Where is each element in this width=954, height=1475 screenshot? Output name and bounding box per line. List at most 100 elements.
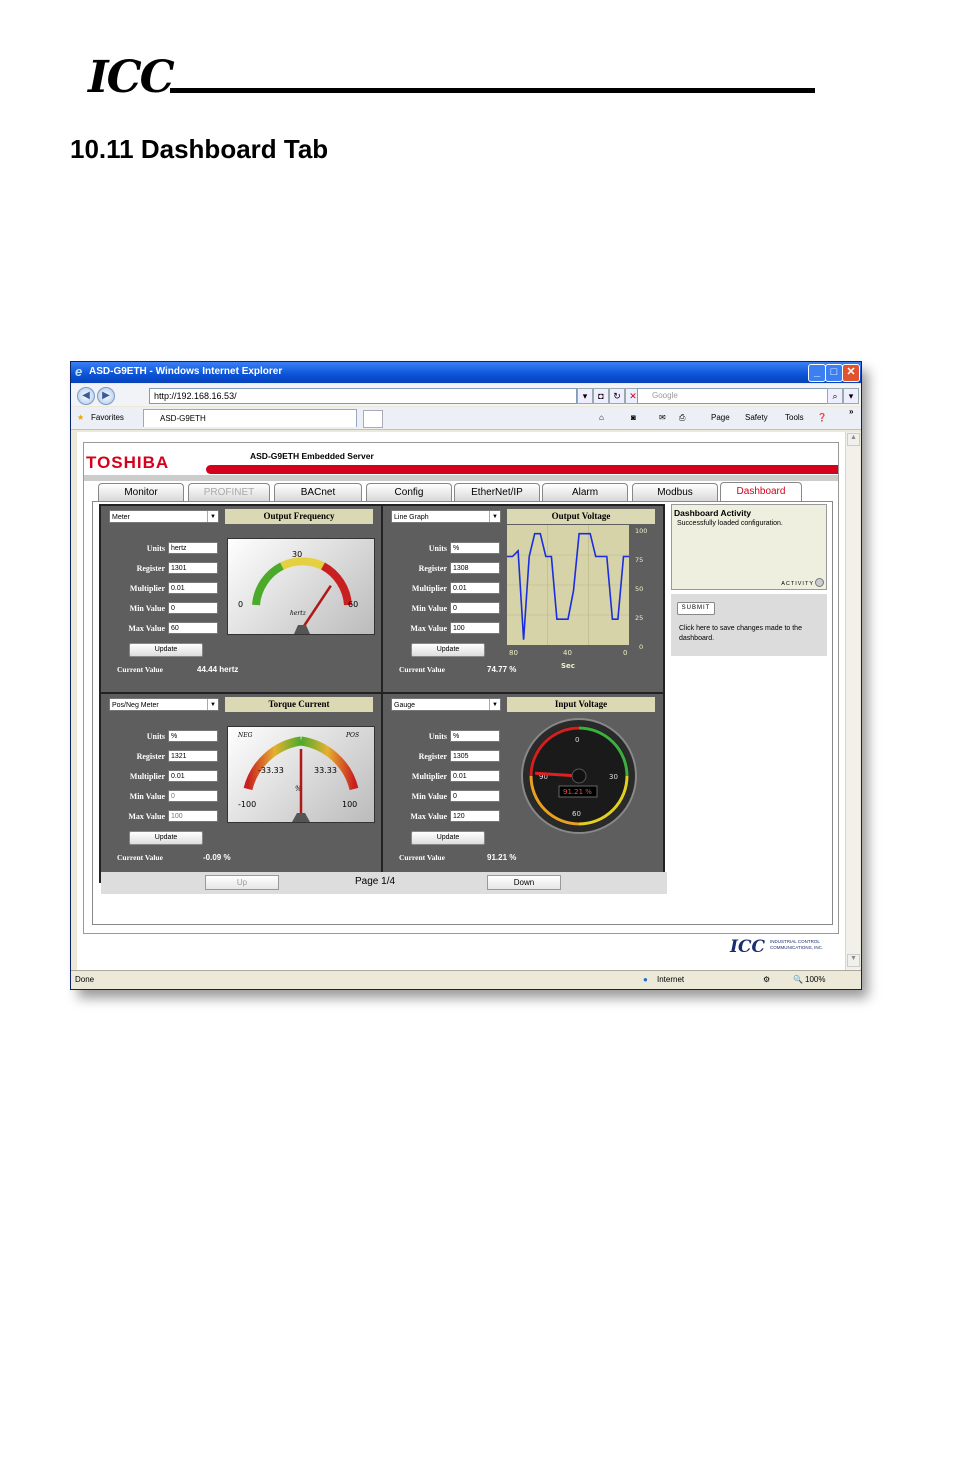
register-label: Register bbox=[418, 752, 447, 761]
register-label: Register bbox=[136, 564, 165, 573]
line-graph: 100 75 50 25 0 80 40 0 Sec bbox=[507, 525, 647, 670]
feeds-icon[interactable]: ◙ bbox=[631, 413, 636, 422]
dashboard-content: Meter ▼ Output Frequency Units hertz Regi… bbox=[92, 501, 833, 925]
gauge-tick-label: 100 bbox=[342, 800, 357, 809]
widget-input-voltage: Gauge ▼ Input Voltage Units % Register 13… bbox=[381, 692, 665, 883]
page-up-button[interactable]: Up bbox=[205, 875, 279, 890]
browser-tab[interactable]: ASD-G9ETH bbox=[143, 409, 357, 427]
activity-title: Dashboard Activity bbox=[674, 508, 752, 518]
scroll-down-icon[interactable]: ▼ bbox=[847, 954, 860, 967]
widget-type-select[interactable]: Meter ▼ bbox=[109, 510, 219, 523]
update-button[interactable]: Update bbox=[129, 643, 203, 657]
go-button[interactable]: ▾ bbox=[577, 388, 593, 404]
ie-logo-icon: e bbox=[75, 364, 83, 379]
chevron-more-icon[interactable]: » bbox=[849, 407, 853, 416]
favorites-button[interactable]: Favorites bbox=[91, 413, 124, 422]
close-button[interactable]: ✕ bbox=[842, 364, 860, 382]
units-input[interactable]: % bbox=[168, 730, 218, 742]
current-value: -0.09 % bbox=[203, 853, 231, 862]
submit-button[interactable]: SUBMIT bbox=[677, 602, 715, 615]
update-button[interactable]: Update bbox=[411, 831, 485, 845]
multiplier-input[interactable]: 0.01 bbox=[168, 770, 218, 782]
widget-type-value: Line Graph bbox=[394, 514, 429, 521]
page-menu[interactable]: Page bbox=[711, 413, 730, 422]
multiplier-input[interactable]: 0.01 bbox=[168, 582, 218, 594]
activity-indicator-label: ACTIVITY bbox=[781, 581, 814, 587]
tab-config[interactable]: Config bbox=[366, 483, 452, 501]
register-label: Register bbox=[136, 752, 165, 761]
tab-ethernet-ip[interactable]: EtherNet/IP bbox=[454, 483, 540, 501]
y-tick-label: 0 bbox=[639, 643, 643, 651]
chevron-down-icon: ▼ bbox=[489, 699, 500, 710]
search-input[interactable]: Google bbox=[637, 388, 839, 404]
min-value-input[interactable]: 0 bbox=[450, 790, 500, 802]
vertical-scrollbar[interactable]: ▲ ▼ bbox=[845, 432, 860, 970]
max-value-input[interactable]: 60 bbox=[168, 622, 218, 634]
max-value-input[interactable]: 120 bbox=[450, 810, 500, 822]
max-value-label: Max Value bbox=[128, 812, 165, 821]
x-axis-label: Sec bbox=[561, 662, 575, 670]
server-title: ASD-G9ETH Embedded Server bbox=[250, 451, 374, 461]
activity-panel: Dashboard Activity Successfully loaded c… bbox=[671, 504, 827, 590]
home-icon[interactable]: ⌂ bbox=[599, 413, 604, 422]
tab-profinet[interactable]: PROFINET bbox=[188, 483, 270, 501]
gauge-unit-label: hertz bbox=[290, 610, 307, 617]
register-input[interactable]: 1321 bbox=[168, 750, 218, 762]
units-label: Units bbox=[146, 732, 165, 741]
multiplier-input[interactable]: 0.01 bbox=[450, 770, 500, 782]
min-value-input[interactable]: 0 bbox=[168, 602, 218, 614]
page-down-button[interactable]: Down bbox=[487, 875, 561, 890]
tab-bacnet[interactable]: BACnet bbox=[274, 483, 362, 501]
min-value-input[interactable]: 0 bbox=[450, 602, 500, 614]
zoom-level[interactable]: 100% bbox=[805, 975, 825, 984]
search-icon[interactable]: ⌕ bbox=[827, 388, 843, 404]
minimize-button[interactable]: _ bbox=[808, 364, 826, 382]
internet-zone-icon: ● bbox=[643, 975, 648, 984]
doc-header-rule bbox=[170, 88, 815, 93]
update-button[interactable]: Update bbox=[129, 831, 203, 845]
safety-menu[interactable]: Safety bbox=[745, 413, 768, 422]
units-input[interactable]: % bbox=[450, 730, 500, 742]
gauge-tick-label: 0 bbox=[575, 736, 579, 744]
register-input[interactable]: 1301 bbox=[168, 562, 218, 574]
widget-type-select[interactable]: Pos/Neg Meter ▼ bbox=[109, 698, 219, 711]
protected-mode-icon[interactable]: ⚙ bbox=[763, 975, 770, 984]
widget-type-select[interactable]: Line Graph ▼ bbox=[391, 510, 501, 523]
current-value: 44.44 hertz bbox=[197, 665, 239, 674]
units-label: Units bbox=[146, 544, 165, 553]
zoom-icon: 🔍 bbox=[793, 975, 803, 984]
min-value-label: Min Value bbox=[411, 604, 447, 613]
maximize-button[interactable]: □ bbox=[825, 364, 843, 382]
new-tab-button[interactable] bbox=[363, 410, 383, 428]
compat-icon[interactable]: ◘ bbox=[593, 388, 609, 404]
tab-modbus[interactable]: Modbus bbox=[632, 483, 718, 501]
register-input[interactable]: 1308 bbox=[450, 562, 500, 574]
tools-menu[interactable]: Tools bbox=[785, 413, 804, 422]
address-input[interactable]: http://192.168.16.53/ bbox=[149, 388, 577, 404]
search-options-icon[interactable]: ▾ bbox=[843, 388, 859, 404]
back-icon[interactable]: ◀ bbox=[77, 387, 95, 405]
multiplier-input[interactable]: 0.01 bbox=[450, 582, 500, 594]
tab-dashboard[interactable]: Dashboard bbox=[720, 482, 802, 502]
update-button[interactable]: Update bbox=[411, 643, 485, 657]
print-icon[interactable]: ⎙ bbox=[679, 413, 685, 423]
max-value-input[interactable]: 100 bbox=[168, 810, 218, 822]
forward-icon[interactable]: ▶ bbox=[97, 387, 115, 405]
tab-monitor[interactable]: Monitor bbox=[98, 483, 184, 501]
widget-title: Output Frequency bbox=[225, 509, 373, 524]
units-input[interactable]: % bbox=[450, 542, 500, 554]
widget-output-voltage: Line Graph ▼ Output Voltage Units % Regis… bbox=[381, 504, 665, 695]
units-input[interactable]: hertz bbox=[168, 542, 218, 554]
help-icon[interactable]: ❓ bbox=[817, 413, 827, 422]
mail-icon[interactable]: ✉ bbox=[659, 413, 666, 422]
widget-type-value: Gauge bbox=[394, 702, 416, 709]
scroll-up-icon[interactable]: ▲ bbox=[847, 433, 860, 446]
max-value-input[interactable]: 100 bbox=[450, 622, 500, 634]
register-input[interactable]: 1305 bbox=[450, 750, 500, 762]
tab-alarm[interactable]: Alarm bbox=[542, 483, 628, 501]
refresh-icon[interactable]: ↻ bbox=[609, 388, 625, 404]
widget-type-select[interactable]: Gauge ▼ bbox=[391, 698, 501, 711]
min-value-label: Min Value bbox=[129, 604, 165, 613]
min-value-input[interactable]: 0 bbox=[168, 790, 218, 802]
status-bar: Done ● Internet ⚙ 🔍 100% bbox=[71, 970, 861, 989]
